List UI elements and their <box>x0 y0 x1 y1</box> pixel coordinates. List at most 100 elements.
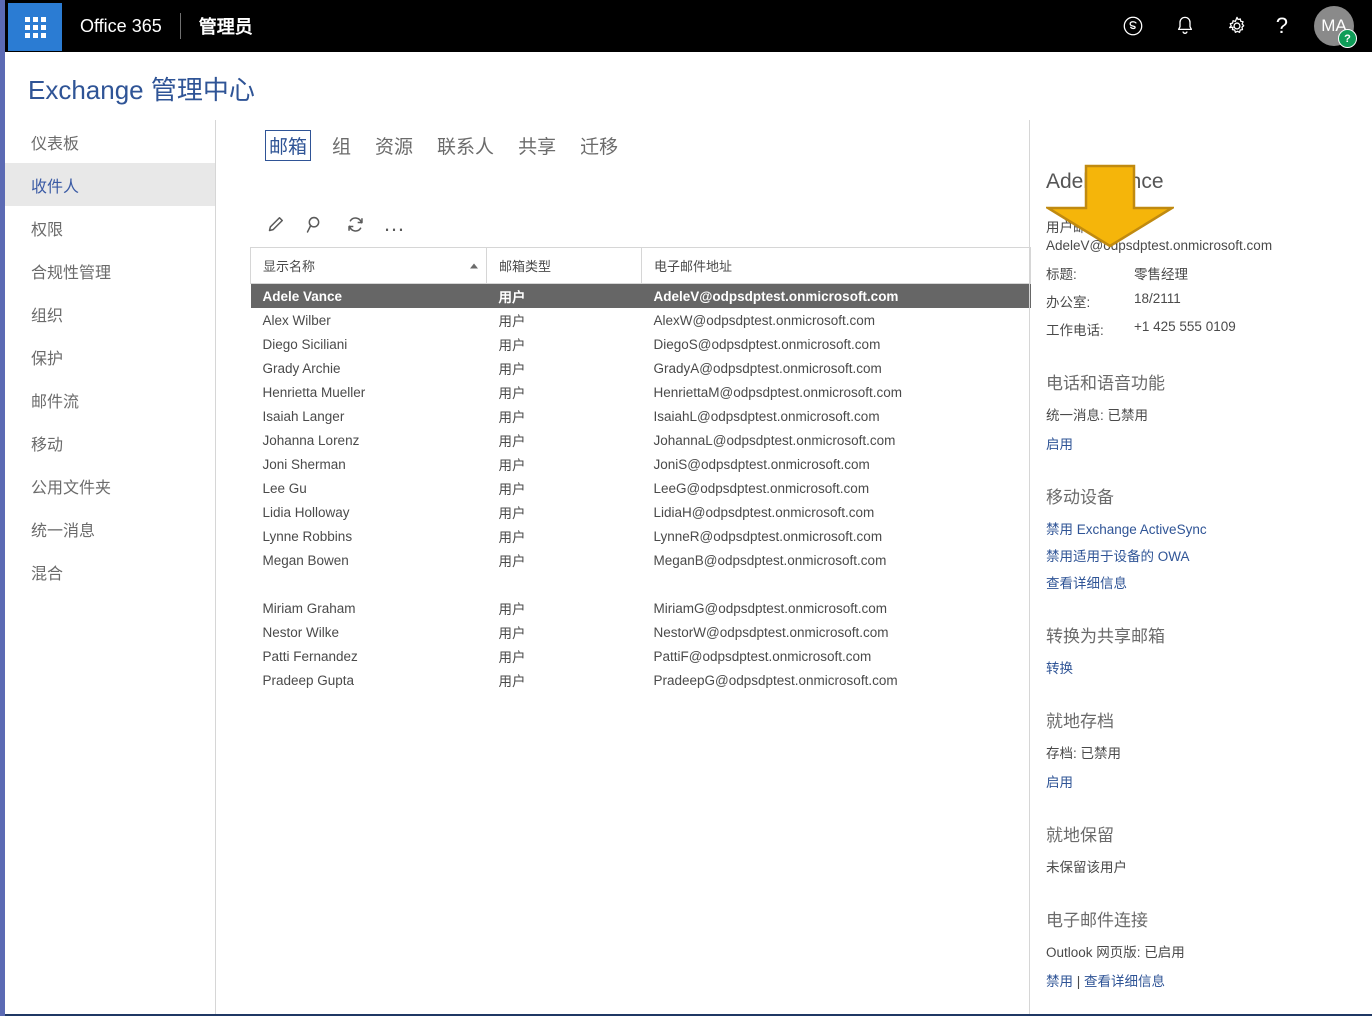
cell-email: GradyA@odpsdptest.onmicrosoft.com <box>653 360 882 376</box>
detail-field-row: 标题: 零售经理 <box>1046 263 1356 283</box>
row-spacer <box>251 572 1031 596</box>
skype-icon[interactable] <box>1120 13 1146 39</box>
sidebar-item-5[interactable]: 保护 <box>5 335 215 378</box>
tab-3[interactable]: 联系人 <box>434 130 497 161</box>
sidebar-nav: 仪表板 收件人权限合规性管理 组织 保护 邮件流 移动公用文件夹统一消息 混合 <box>5 120 216 1016</box>
sidebar-item-6[interactable]: 邮件流 <box>5 378 215 421</box>
email-connectivity-links: 禁用 | 查看详细信息 <box>1046 970 1356 990</box>
sidebar-item-4[interactable]: 组织 <box>5 292 215 335</box>
tab-0[interactable]: 邮箱 <box>265 130 312 161</box>
tab-2[interactable]: 资源 <box>372 130 416 161</box>
mailbox-table: 显示名称 邮箱类型 电子邮件地址 Adele Vance 用户 AdeleV@odpsd… <box>250 247 1031 692</box>
cell-name: Adele Vance <box>250 283 487 308</box>
archive-status-text: 存档: 已禁用 <box>1046 746 1122 761</box>
notifications-bell-icon[interactable] <box>1172 13 1198 39</box>
table-row[interactable]: Patti Fernandez 用户 PattiF@odpsdptest.onmic… <box>251 644 1031 668</box>
sidebar-item-7[interactable]: 移动 <box>5 421 215 464</box>
suite-divider <box>179 13 181 39</box>
sidebar-item-9[interactable]: 统一消息 <box>5 507 215 550</box>
owa-status-text: Outlook 网页版: 已启用 <box>1046 945 1185 960</box>
table-row[interactable]: Lee Gu 用户 LeeG@odpsdptest.onmicrosoft.com <box>251 476 1031 500</box>
cell-name: Grady Archie <box>262 360 341 376</box>
table-row[interactable]: Grady Archie 用户 GradyA@odpsdptest.onmicros… <box>251 356 1031 380</box>
cell-type: 用户 <box>498 386 526 401</box>
cell-type: 用户 <box>498 314 526 329</box>
cell-email: MiriamG@odpsdptest.onmicrosoft.com <box>653 600 888 616</box>
archive-enable-link[interactable]: 启用 <box>1046 771 1356 791</box>
owa-view-details-link[interactable]: 查看详细信息 <box>1084 974 1165 989</box>
owa-disable-link[interactable]: 禁用 <box>1046 974 1073 989</box>
tab-5[interactable]: 迁移 <box>577 130 621 161</box>
cell-email: LynneR@odpsdptest.onmicrosoft.com <box>653 528 883 544</box>
cell-type: 用户 <box>498 554 526 569</box>
column-header-0[interactable]: 显示名称 <box>250 247 487 284</box>
sidebar-item-label: 权限 <box>31 221 64 239</box>
tab-1[interactable]: 组 <box>329 130 354 161</box>
table-head: 显示名称 邮箱类型 电子邮件地址 <box>250 247 1031 284</box>
detail-field-value: +1 425 555 0109 <box>1134 319 1236 334</box>
sidebar-item-2[interactable]: 权限 <box>5 206 215 249</box>
sidebar-item-label: 公用文件夹 <box>31 479 112 497</box>
cell-email: PattiF@odpsdptest.onmicrosoft.com <box>653 648 872 664</box>
table-row[interactable]: Lidia Holloway 用户 LidiaH@odpsdptest.onmicr… <box>251 500 1031 524</box>
cell-name: Patti Fernandez <box>262 648 358 664</box>
cell-name: Lynne Robbins <box>262 528 353 544</box>
detail-field-value: 零售经理 <box>1134 267 1188 282</box>
cell-email: AdeleV@odpsdptest.onmicrosoft.com <box>641 283 1031 308</box>
cell-type: 用户 <box>498 338 526 353</box>
suite-actions: ? MA ? <box>1120 6 1372 48</box>
settings-gear-icon[interactable] <box>1224 13 1250 39</box>
table-row[interactable]: Lynne Robbins 用户 LynneR@odpsdptest.onmicro… <box>251 524 1031 548</box>
cell-type: 用户 <box>498 410 526 425</box>
detail-panel: Adele Vance 用户邮箱 AdeleV@odpsdptest.onmic… <box>1029 120 1372 1016</box>
mobile-disable-owa-link[interactable]: 禁用适用于设备的 OWA <box>1046 545 1356 565</box>
sidebar-item-3[interactable]: 合规性管理 <box>5 249 215 292</box>
table-row[interactable]: Miriam Graham 用户 MiriamG@odpsdptest.onmicr… <box>251 596 1031 620</box>
sidebar-item-1[interactable]: 收件人 <box>5 163 215 206</box>
more-options-icon[interactable]: … <box>383 213 405 235</box>
table-row[interactable]: Nestor Wilke 用户 NestorW@odpsdptest.onmicro… <box>251 620 1031 644</box>
table-row[interactable]: Johanna Lorenz 用户 JohannaL@odpsdptest.onmi… <box>251 428 1031 452</box>
detail-fields: 标题: 零售经理 办公室: 18/2111 工作电话: +1 425 555 0109 <box>1046 263 1356 339</box>
um-enable-link[interactable]: 启用 <box>1046 433 1356 453</box>
table-row[interactable]: Alex Wilber 用户 AlexW@odpsdptest.onmicrosof… <box>251 308 1031 332</box>
cell-email: PradeepG@odpsdptest.onmicrosoft.com <box>653 672 898 688</box>
mobile-disable-activesync-link[interactable]: 禁用 Exchange ActiveSync <box>1046 518 1356 538</box>
search-icon[interactable] <box>303 212 327 236</box>
um-status-text: 统一消息: 已禁用 <box>1046 408 1149 423</box>
detail-field-value: 18/2111 <box>1134 291 1181 306</box>
sidebar-item-8[interactable]: 公用文件夹 <box>5 464 215 507</box>
table-row[interactable]: Diego Siciliani 用户 DiegoS@odpsdptest.onmic… <box>251 332 1031 356</box>
section-heading-archive: 就地存档 <box>1046 712 1114 731</box>
mobile-view-details-link[interactable]: 查看详细信息 <box>1046 572 1356 592</box>
refresh-icon[interactable] <box>343 212 367 236</box>
column-header-2[interactable]: 电子邮件地址 <box>641 247 1031 284</box>
cell-email: NestorW@odpsdptest.onmicrosoft.com <box>653 624 889 640</box>
table-row[interactable]: Isaiah Langer 用户 IsaiahL@odpsdptest.onmicr… <box>251 404 1031 428</box>
app-launcher-waffle-icon[interactable] <box>8 3 62 51</box>
tab-4[interactable]: 共享 <box>515 130 559 161</box>
section-heading-hold: 就地保留 <box>1046 826 1114 845</box>
table-row[interactable]: Adele Vance 用户 AdeleV@odpsdptest.onmicroso… <box>250 283 1031 308</box>
sidebar-item-10[interactable]: 混合 <box>5 550 215 593</box>
cell-email: LeeG@odpsdptest.onmicrosoft.com <box>653 480 870 496</box>
convert-link[interactable]: 转换 <box>1046 657 1356 677</box>
user-avatar[interactable]: MA ? <box>1314 6 1357 48</box>
table-row[interactable]: Megan Bowen 用户 MeganB@odpsdptest.onmicroso… <box>251 548 1031 572</box>
sidebar-item-0[interactable]: 仪表板 <box>5 120 215 163</box>
table-row[interactable]: Henrietta Mueller 用户 HenriettaM@odpsdptest… <box>251 380 1031 404</box>
suite-brand-label[interactable]: Office 365 <box>80 16 162 37</box>
cell-name: Lee Gu <box>262 480 307 496</box>
help-question-icon[interactable]: ? <box>1276 15 1288 37</box>
cell-name: Megan Bowen <box>262 552 349 568</box>
cell-type: 用户 <box>498 434 526 449</box>
column-header-label: 邮箱类型 <box>499 259 552 274</box>
table-row[interactable]: Pradeep Gupta 用户 PradeepG@odpsdptest.onmic… <box>251 668 1031 692</box>
column-header-1[interactable]: 邮箱类型 <box>486 247 642 284</box>
cell-name: Pradeep Gupta <box>262 672 355 688</box>
edit-pencil-icon[interactable] <box>263 212 287 236</box>
table-row[interactable]: Joni Sherman 用户 JoniS@odpsdptest.onmicroso… <box>251 452 1031 476</box>
section-heading-phone-voice: 电话和语音功能 <box>1046 374 1165 393</box>
cell-email: JoniS@odpsdptest.onmicrosoft.com <box>653 456 870 472</box>
cell-email: JohannaL@odpsdptest.onmicrosoft.com <box>653 432 896 448</box>
